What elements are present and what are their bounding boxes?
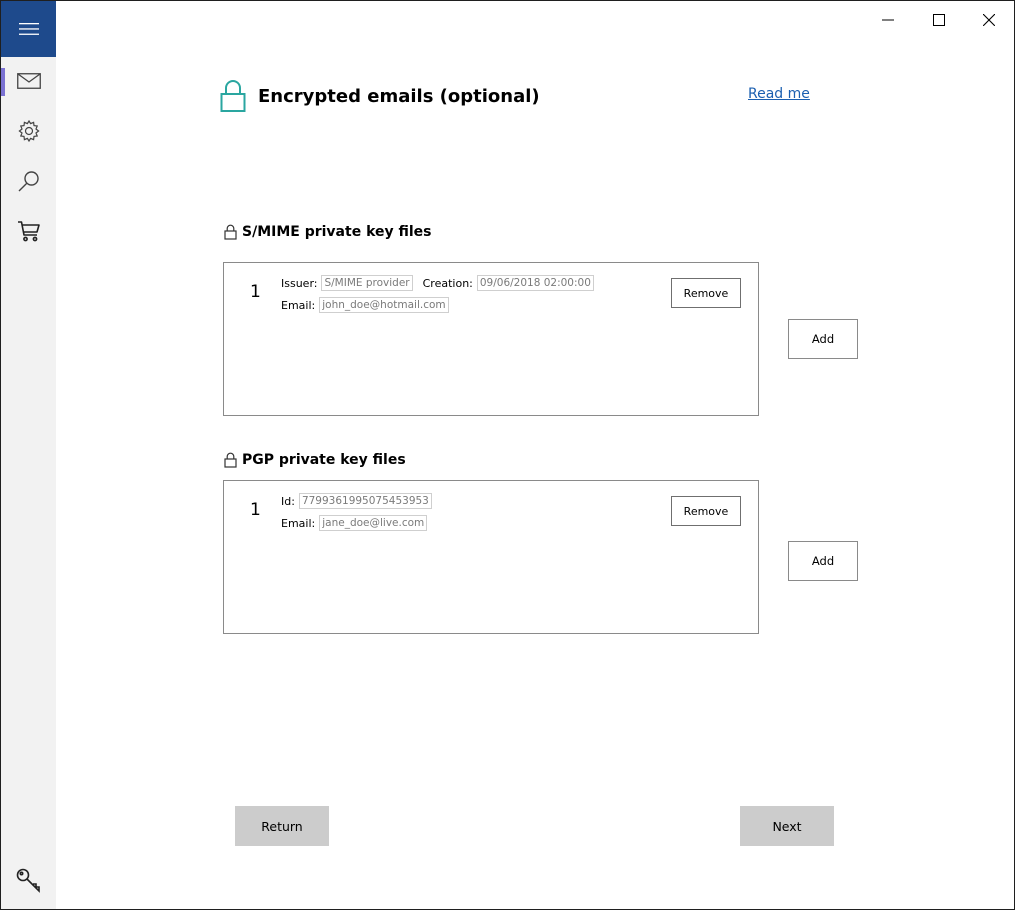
minimize-button[interactable] <box>863 1 913 39</box>
close-icon <box>983 14 995 26</box>
nav-item-store[interactable] <box>1 209 56 253</box>
pgp-add-button[interactable]: Add <box>788 541 858 581</box>
gear-icon <box>17 119 40 143</box>
email-value: jane_doe@live.com <box>319 515 428 531</box>
email-value: john_doe@hotmail.com <box>319 297 449 313</box>
pgp-remove-button[interactable]: Remove <box>671 496 741 526</box>
nav-item-settings[interactable] <box>1 109 56 153</box>
pgp-id-row: Id: 7799361995075453953 <box>281 493 442 509</box>
lock-icon <box>220 80 246 117</box>
pgp-section-title: PGP private key files <box>224 451 406 469</box>
maximize-button[interactable] <box>914 1 964 39</box>
smime-email-row: Email: john_doe@hotmail.com <box>281 297 459 313</box>
smime-add-button[interactable]: Add <box>788 319 858 359</box>
id-value: 7799361995075453953 <box>298 493 432 509</box>
key-icon <box>16 868 40 893</box>
smime-key-list: 1 Issuer: S/MIME provider Creation: 09/0… <box>223 262 759 416</box>
lock-small-icon <box>224 224 237 240</box>
smime-section-title: S/MIME private key files <box>224 223 432 241</box>
creation-label: Creation: <box>422 276 473 290</box>
pgp-email-row: Email: jane_doe@live.com <box>281 515 437 531</box>
email-label: Email: <box>281 516 316 530</box>
entry-number: 1 <box>250 500 261 520</box>
hamburger-icon <box>18 23 39 35</box>
read-me-link[interactable]: Read me <box>748 84 810 104</box>
smime-remove-button[interactable]: Remove <box>671 278 741 308</box>
issuer-value: S/MIME provider <box>321 275 413 291</box>
smime-issuer-row: Issuer: S/MIME provider Creation: 09/06/… <box>281 275 604 291</box>
issuer-label: Issuer: <box>281 276 318 290</box>
hamburger-menu-button[interactable] <box>1 1 56 57</box>
sidebar <box>1 1 56 909</box>
pgp-section-label: PGP private key files <box>242 452 406 468</box>
entry-number: 1 <box>250 282 261 302</box>
nav-item-search[interactable] <box>1 159 56 203</box>
next-button[interactable]: Next <box>740 806 834 846</box>
key-button[interactable] <box>15 867 43 899</box>
mail-icon <box>16 73 41 89</box>
minimize-icon <box>882 19 894 21</box>
nav-item-mail[interactable] <box>1 59 56 103</box>
smime-section-label: S/MIME private key files <box>242 224 432 240</box>
search-icon <box>18 171 39 192</box>
maximize-icon <box>933 14 945 26</box>
app-window: Encrypted emails (optional) Read me S/MI… <box>0 0 1015 910</box>
close-button[interactable] <box>964 1 1014 39</box>
nav-active-indicator <box>1 68 5 96</box>
id-label: Id: <box>281 494 295 508</box>
page-title: Encrypted emails (optional) <box>258 86 540 107</box>
lock-small-icon <box>224 452 237 468</box>
cart-icon <box>17 221 40 242</box>
pgp-key-list: 1 Id: 7799361995075453953 Email: jane_do… <box>223 480 759 634</box>
return-button[interactable]: Return <box>235 806 329 846</box>
creation-value: 09/06/2018 02:00:00 <box>476 275 594 291</box>
email-label: Email: <box>281 298 316 312</box>
